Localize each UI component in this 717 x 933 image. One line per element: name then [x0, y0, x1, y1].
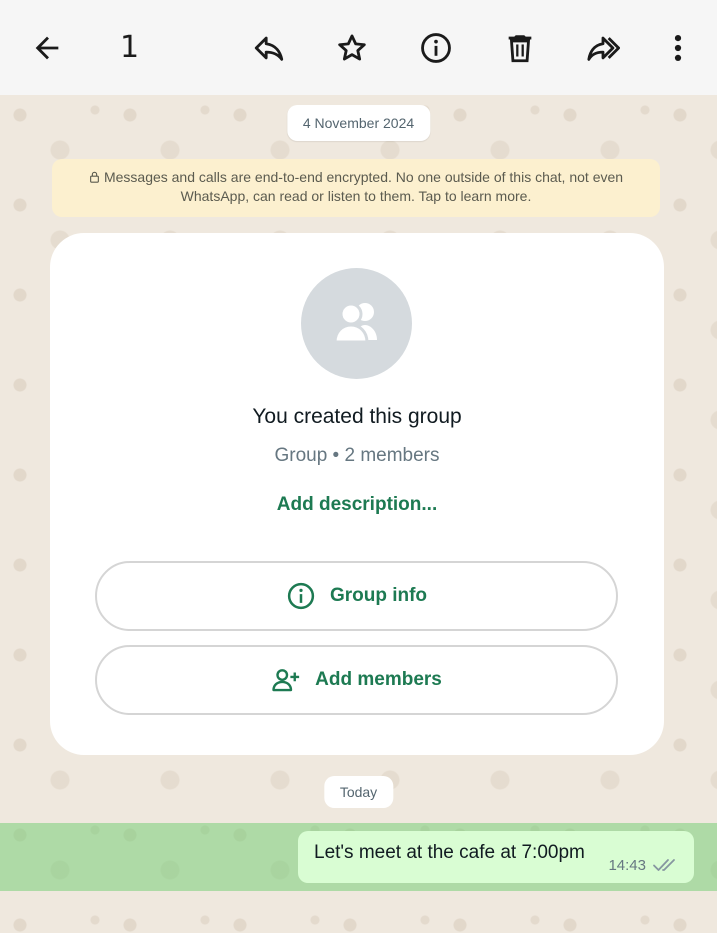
back-button[interactable]	[25, 26, 69, 70]
group-info-label: Group info	[329, 585, 428, 606]
more-vert-icon	[674, 34, 682, 62]
delete-button[interactable]	[498, 26, 542, 70]
message-time: 14:43	[608, 856, 646, 874]
group-avatar[interactable]	[301, 268, 412, 379]
group-created-title: You created this group	[252, 405, 462, 428]
group-info-button[interactable]: Group info	[95, 561, 618, 631]
add-members-label: Add members	[315, 669, 442, 690]
encryption-notice[interactable]: Messages and calls are end-to-end encryp…	[52, 159, 660, 217]
lock-icon	[90, 171, 99, 183]
star-icon	[338, 34, 366, 61]
encryption-notice-text: Messages and calls are end-to-end encryp…	[103, 169, 624, 204]
selection-toolbar: 1	[0, 0, 717, 95]
delete-icon	[508, 35, 532, 63]
selected-count: 1	[120, 30, 140, 65]
back-arrow-icon	[35, 36, 59, 60]
group-member-summary: Group • 2 members	[274, 445, 440, 466]
message-meta: 14:43	[608, 856, 680, 874]
reply-button[interactable]	[247, 26, 291, 70]
today-separator: Today	[323, 776, 394, 808]
outgoing-message-bubble[interactable]: Let's meet at the cafe at 7:00pm 14:43	[298, 831, 694, 883]
double-check-icon	[653, 859, 675, 871]
more-options-button[interactable]	[656, 26, 700, 70]
forward-button[interactable]	[581, 26, 625, 70]
date-separator: 4 November 2024	[286, 105, 431, 141]
star-button[interactable]	[330, 26, 374, 70]
forward-icon	[587, 36, 620, 61]
info-icon	[421, 33, 451, 63]
group-created-card: You created this group Group • 2 members…	[50, 233, 664, 755]
group-icon	[332, 302, 377, 343]
info-button[interactable]	[414, 26, 458, 70]
add-members-button[interactable]: Add members	[95, 645, 618, 715]
info-icon	[287, 582, 315, 610]
reply-icon	[254, 36, 284, 61]
chat-area[interactable]: 4 November 2024 Messages and calls are e…	[0, 95, 717, 933]
add-person-icon	[272, 669, 300, 692]
add-description-link[interactable]: Add description...	[50, 494, 664, 516]
